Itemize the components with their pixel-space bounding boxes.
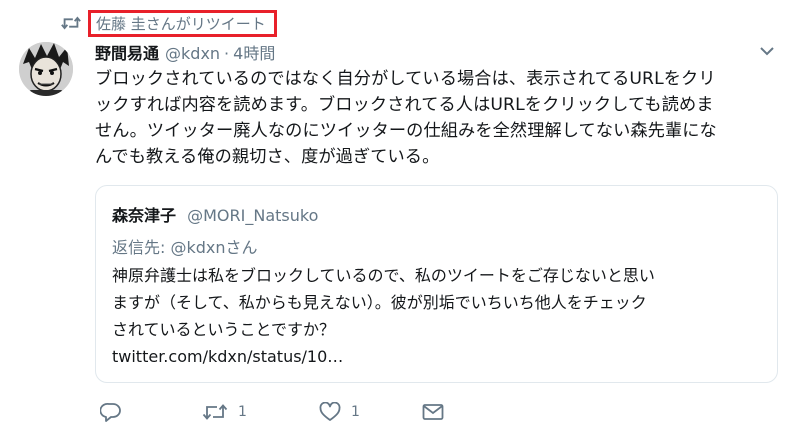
retweet-count: 1 [238, 404, 247, 420]
retweeted-by-label[interactable]: 佐藤 圭さんがリツイート [96, 13, 266, 34]
tweet-text: ブロックされているのではなく自分がしている場合は、表示されてるURLをクリ ック… [95, 66, 785, 170]
retweet-icon [202, 404, 228, 420]
avatar-illustration [19, 42, 73, 96]
avatar[interactable] [19, 42, 73, 96]
tweet-header: 野間易通 @kdxn · 4時間 [95, 40, 275, 64]
author-handle[interactable]: @kdxn [165, 44, 220, 63]
heart-icon [319, 402, 341, 421]
quoted-link: twitter.com/kdxn/status/10… [112, 347, 344, 366]
quoted-text-line: ますが（そして、私からも見えない）。彼が別垢でいちいち他人をチェック [112, 293, 647, 312]
quoted-author-name: 森奈津子 [112, 206, 177, 225]
tweet-text-line: ブロックされているのではなく自分がしている場合は、表示されてるURLをクリ [95, 69, 716, 89]
reply-to-line: 返信先: @kdxnさん [112, 234, 258, 258]
quoted-tweet-text: 神原弁護士は私をブロックしているので、私のツイートをご存じないと思い ますが（そ… [112, 262, 772, 370]
tweet-actions: 1 1 [100, 398, 444, 426]
quoted-text-line: 神原弁護士は私をブロックしているので、私のツイートをご存じないと思い [112, 266, 655, 285]
envelope-icon [422, 404, 444, 420]
direct-message-button[interactable] [422, 403, 444, 421]
quoted-text-line: されているということですか？ [112, 320, 336, 339]
tweet-text-line: んでも教える俺の親切さ、度が過ぎている。 [95, 147, 440, 167]
reply-icon [100, 402, 121, 422]
timestamp[interactable]: 4時間 [233, 40, 275, 64]
retweet-icon [61, 16, 81, 30]
retweet-attribution: 佐藤 圭さんがリツイート [60, 9, 277, 37]
tweet-text-line: せん。ツイッター廃人なのにツイッターの仕組みを全然理解してない森先輩にな [95, 121, 717, 141]
reply-to-prefix: 返信先: [112, 238, 171, 257]
separator-dot: · [224, 44, 230, 63]
retweet-button[interactable]: 1 [202, 402, 319, 422]
tweet-text-line: ックすれば内容を読めます。ブロックされてる人はURLをクリックしても読めま [95, 95, 714, 115]
reply-to-suffix: さん [225, 238, 258, 257]
retweeted-by-label-highlight: 佐藤 圭さんがリツイート [88, 9, 277, 37]
like-button[interactable]: 1 [319, 402, 422, 422]
chevron-down-icon[interactable] [758, 44, 776, 58]
reply-to-mention: @kdxn [170, 238, 226, 257]
author-name[interactable]: 野間易通 [95, 40, 159, 64]
reply-button[interactable] [100, 402, 202, 422]
like-count: 1 [351, 404, 360, 420]
quoted-tweet[interactable]: 森奈津子 @MORI_Natsuko 返信先: @kdxnさん 神原弁護士は私を… [95, 185, 778, 383]
quoted-author-handle: @MORI_Natsuko [187, 206, 319, 225]
quoted-tweet-header: 森奈津子 @MORI_Natsuko [112, 202, 318, 226]
